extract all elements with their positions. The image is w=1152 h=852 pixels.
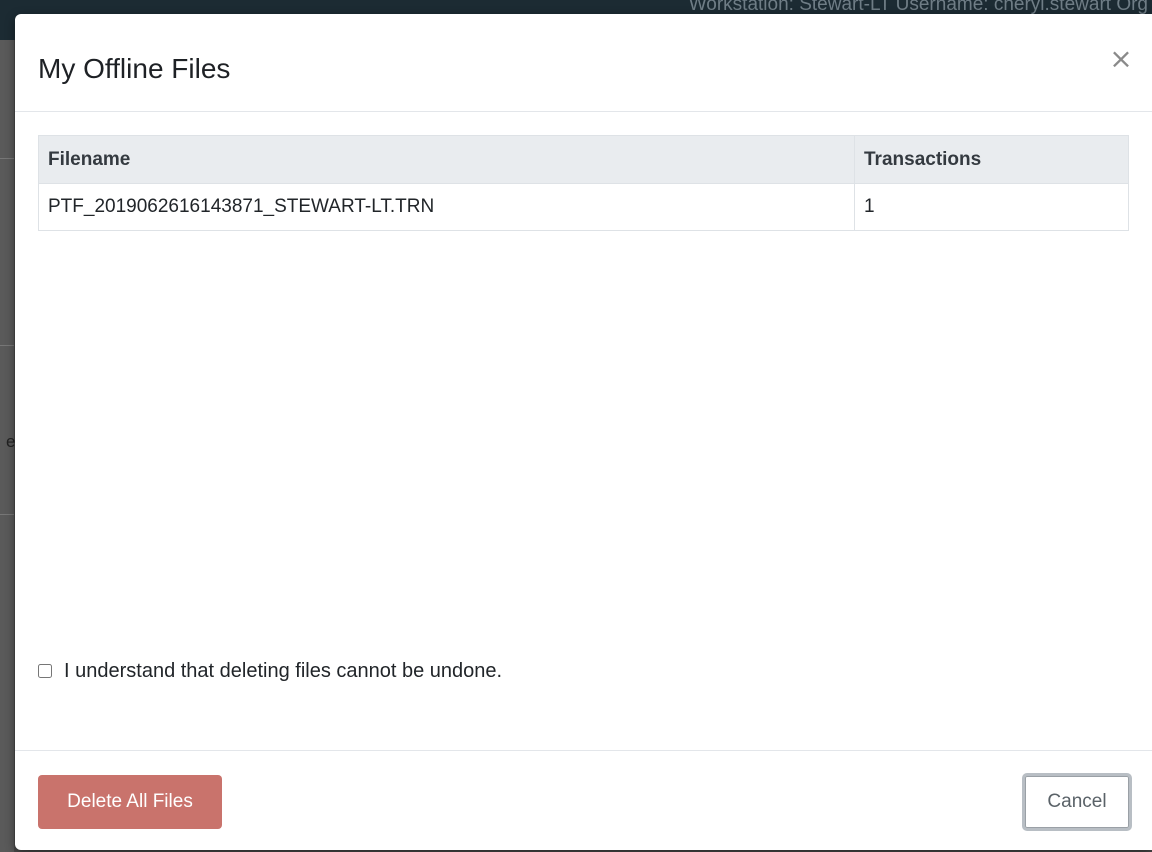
offline-files-table: Filename Transactions PTF_20190626161438… bbox=[38, 135, 1129, 231]
modal-footer: Delete All Files Cancel bbox=[15, 750, 1152, 850]
close-icon: × bbox=[1109, 42, 1133, 75]
offline-files-modal: My Offline Files × Filename Transactions… bbox=[15, 14, 1152, 850]
table-row: PTF_2019062616143871_STEWART-LT.TRN 1 bbox=[38, 183, 1129, 231]
background-divider bbox=[0, 514, 14, 515]
column-header-transactions: Transactions bbox=[854, 135, 1129, 184]
confirm-delete-checkbox[interactable] bbox=[38, 664, 52, 678]
transactions-cell: 1 bbox=[854, 183, 1129, 231]
confirm-delete-row[interactable]: I understand that deleting files cannot … bbox=[38, 659, 502, 683]
delete-all-files-button[interactable]: Delete All Files bbox=[38, 775, 222, 829]
background-divider bbox=[0, 158, 14, 159]
cancel-button[interactable]: Cancel bbox=[1022, 773, 1132, 831]
modal-title: My Offline Files bbox=[38, 53, 231, 84]
close-button[interactable]: × bbox=[1106, 44, 1136, 74]
background-divider bbox=[0, 345, 14, 346]
modal-header: My Offline Files × bbox=[15, 14, 1152, 112]
confirm-delete-label: I understand that deleting files cannot … bbox=[64, 659, 503, 682]
table-header-row: Filename Transactions bbox=[38, 135, 1129, 184]
filename-cell: PTF_2019062616143871_STEWART-LT.TRN bbox=[38, 183, 855, 231]
column-header-filename: Filename bbox=[38, 135, 855, 184]
